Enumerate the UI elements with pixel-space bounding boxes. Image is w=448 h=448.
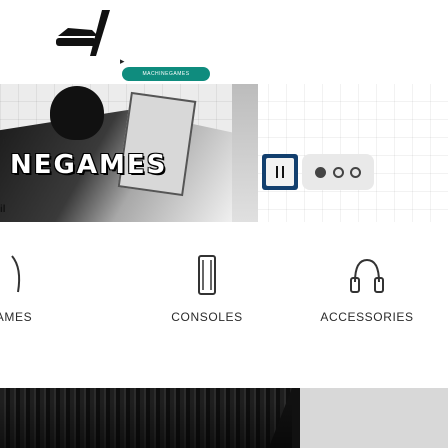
breadcrumb-arrow-icon: ▸	[120, 56, 125, 66]
banner-game-box	[117, 91, 197, 197]
banner-top-text: n	[2, 136, 8, 146]
game-disc-icon	[0, 248, 40, 300]
banner-small-text: il	[0, 204, 6, 215]
indicator-dot	[314, 166, 326, 178]
category-row: AMES CONSOLES ACCESSORIES	[0, 222, 448, 336]
hero-section: ▸ MACHINEGAMES n NEGAMES il	[0, 0, 448, 222]
console-controls	[302, 154, 374, 190]
page: ▸ MACHINEGAMES n NEGAMES il MES CONSOLES…	[0, 0, 448, 448]
banner-figure	[50, 86, 104, 140]
category-consoles[interactable]: CONSOLES	[126, 222, 288, 336]
console-icon	[181, 248, 233, 300]
indicator-dot	[350, 166, 362, 178]
category-label: ACCESSORIES	[320, 310, 414, 324]
category-label: AMES	[0, 310, 33, 324]
indicator-dot	[332, 166, 344, 178]
headphones-icon	[341, 248, 393, 300]
category-label: CONSOLES	[171, 310, 243, 324]
brand-badge[interactable]: MACHINEGAMES	[122, 67, 210, 81]
background-grid	[232, 84, 448, 222]
bottom-banner-overlay	[0, 402, 292, 448]
switch-screen-icon	[266, 158, 294, 186]
promo-banner[interactable]: n NEGAMES il	[0, 84, 232, 222]
console-screen	[262, 154, 298, 190]
category-accessories[interactable]: ACCESSORIES	[286, 222, 448, 336]
bottom-banner-panel	[300, 388, 448, 448]
console-illustration	[262, 154, 374, 190]
category-games[interactable]: AMES	[0, 222, 94, 336]
banner-title: NEGAMES	[10, 150, 168, 180]
banner-edge	[232, 84, 258, 222]
logo-icon	[56, 10, 110, 56]
